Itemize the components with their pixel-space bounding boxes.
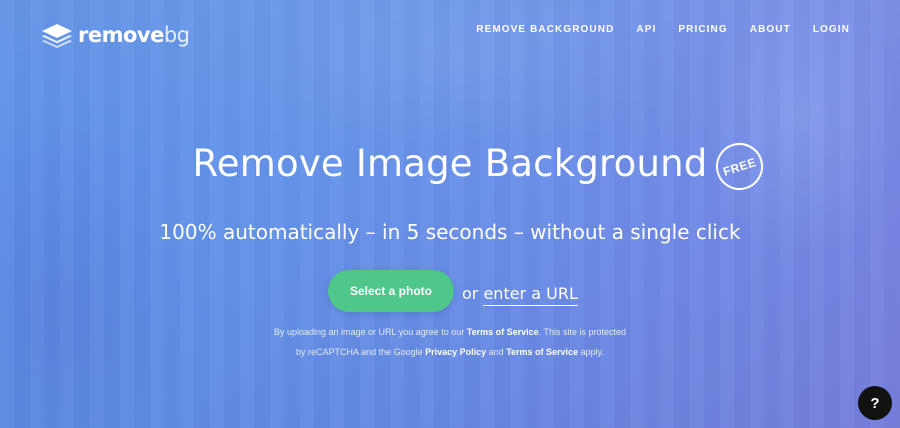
or-label: or	[462, 283, 484, 303]
logo-text-main: remove	[78, 23, 164, 47]
cta-row: Select a photo or enter a URL	[328, 270, 578, 312]
legal-line-2: by reCAPTCHA and the Google Privacy Poli…	[0, 342, 900, 362]
hero-subtitle: 100% automatically – in 5 seconds – with…	[159, 220, 741, 244]
legal-notice: By uploading an image or URL you agree t…	[0, 322, 900, 362]
nav-about[interactable]: ABOUT	[750, 24, 791, 35]
legal-text: By uploading an image or URL you agree t…	[273, 327, 467, 337]
site-header: removebg REMOVE BACKGROUND API PRICING A…	[0, 0, 900, 68]
nav-remove-background[interactable]: REMOVE BACKGROUND	[476, 24, 614, 35]
logo[interactable]: removebg	[40, 22, 190, 48]
main-nav: REMOVE BACKGROUND API PRICING ABOUT LOGI…	[476, 24, 850, 35]
google-terms-link[interactable]: Terms of Service	[506, 347, 578, 357]
nav-pricing[interactable]: PRICING	[678, 24, 727, 35]
legal-line-1: By uploading an image or URL you agree t…	[0, 322, 900, 342]
nav-login[interactable]: LOGIN	[813, 24, 850, 35]
enter-url-link[interactable]: enter a URL	[483, 283, 578, 306]
legal-text: and	[486, 347, 507, 357]
logo-text: removebg	[78, 23, 190, 47]
question-icon: ?	[870, 394, 880, 412]
legal-text: apply.	[578, 347, 604, 357]
help-button[interactable]: ?	[858, 386, 892, 420]
nav-api[interactable]: API	[636, 24, 656, 35]
page-title: Remove Image Background	[192, 142, 708, 185]
legal-text: by reCAPTCHA and the Google	[296, 347, 426, 357]
legal-text: . This site is protected	[538, 327, 627, 337]
or-url-text: or enter a URL	[462, 283, 578, 306]
logo-text-suffix: bg	[163, 23, 190, 47]
privacy-policy-link[interactable]: Privacy Policy	[425, 347, 486, 357]
select-photo-button[interactable]: Select a photo	[328, 270, 454, 312]
hero-title-wrap: Remove Image Background	[0, 142, 900, 185]
terms-of-service-link[interactable]: Terms of Service	[467, 327, 539, 337]
layers-icon	[42, 24, 72, 48]
